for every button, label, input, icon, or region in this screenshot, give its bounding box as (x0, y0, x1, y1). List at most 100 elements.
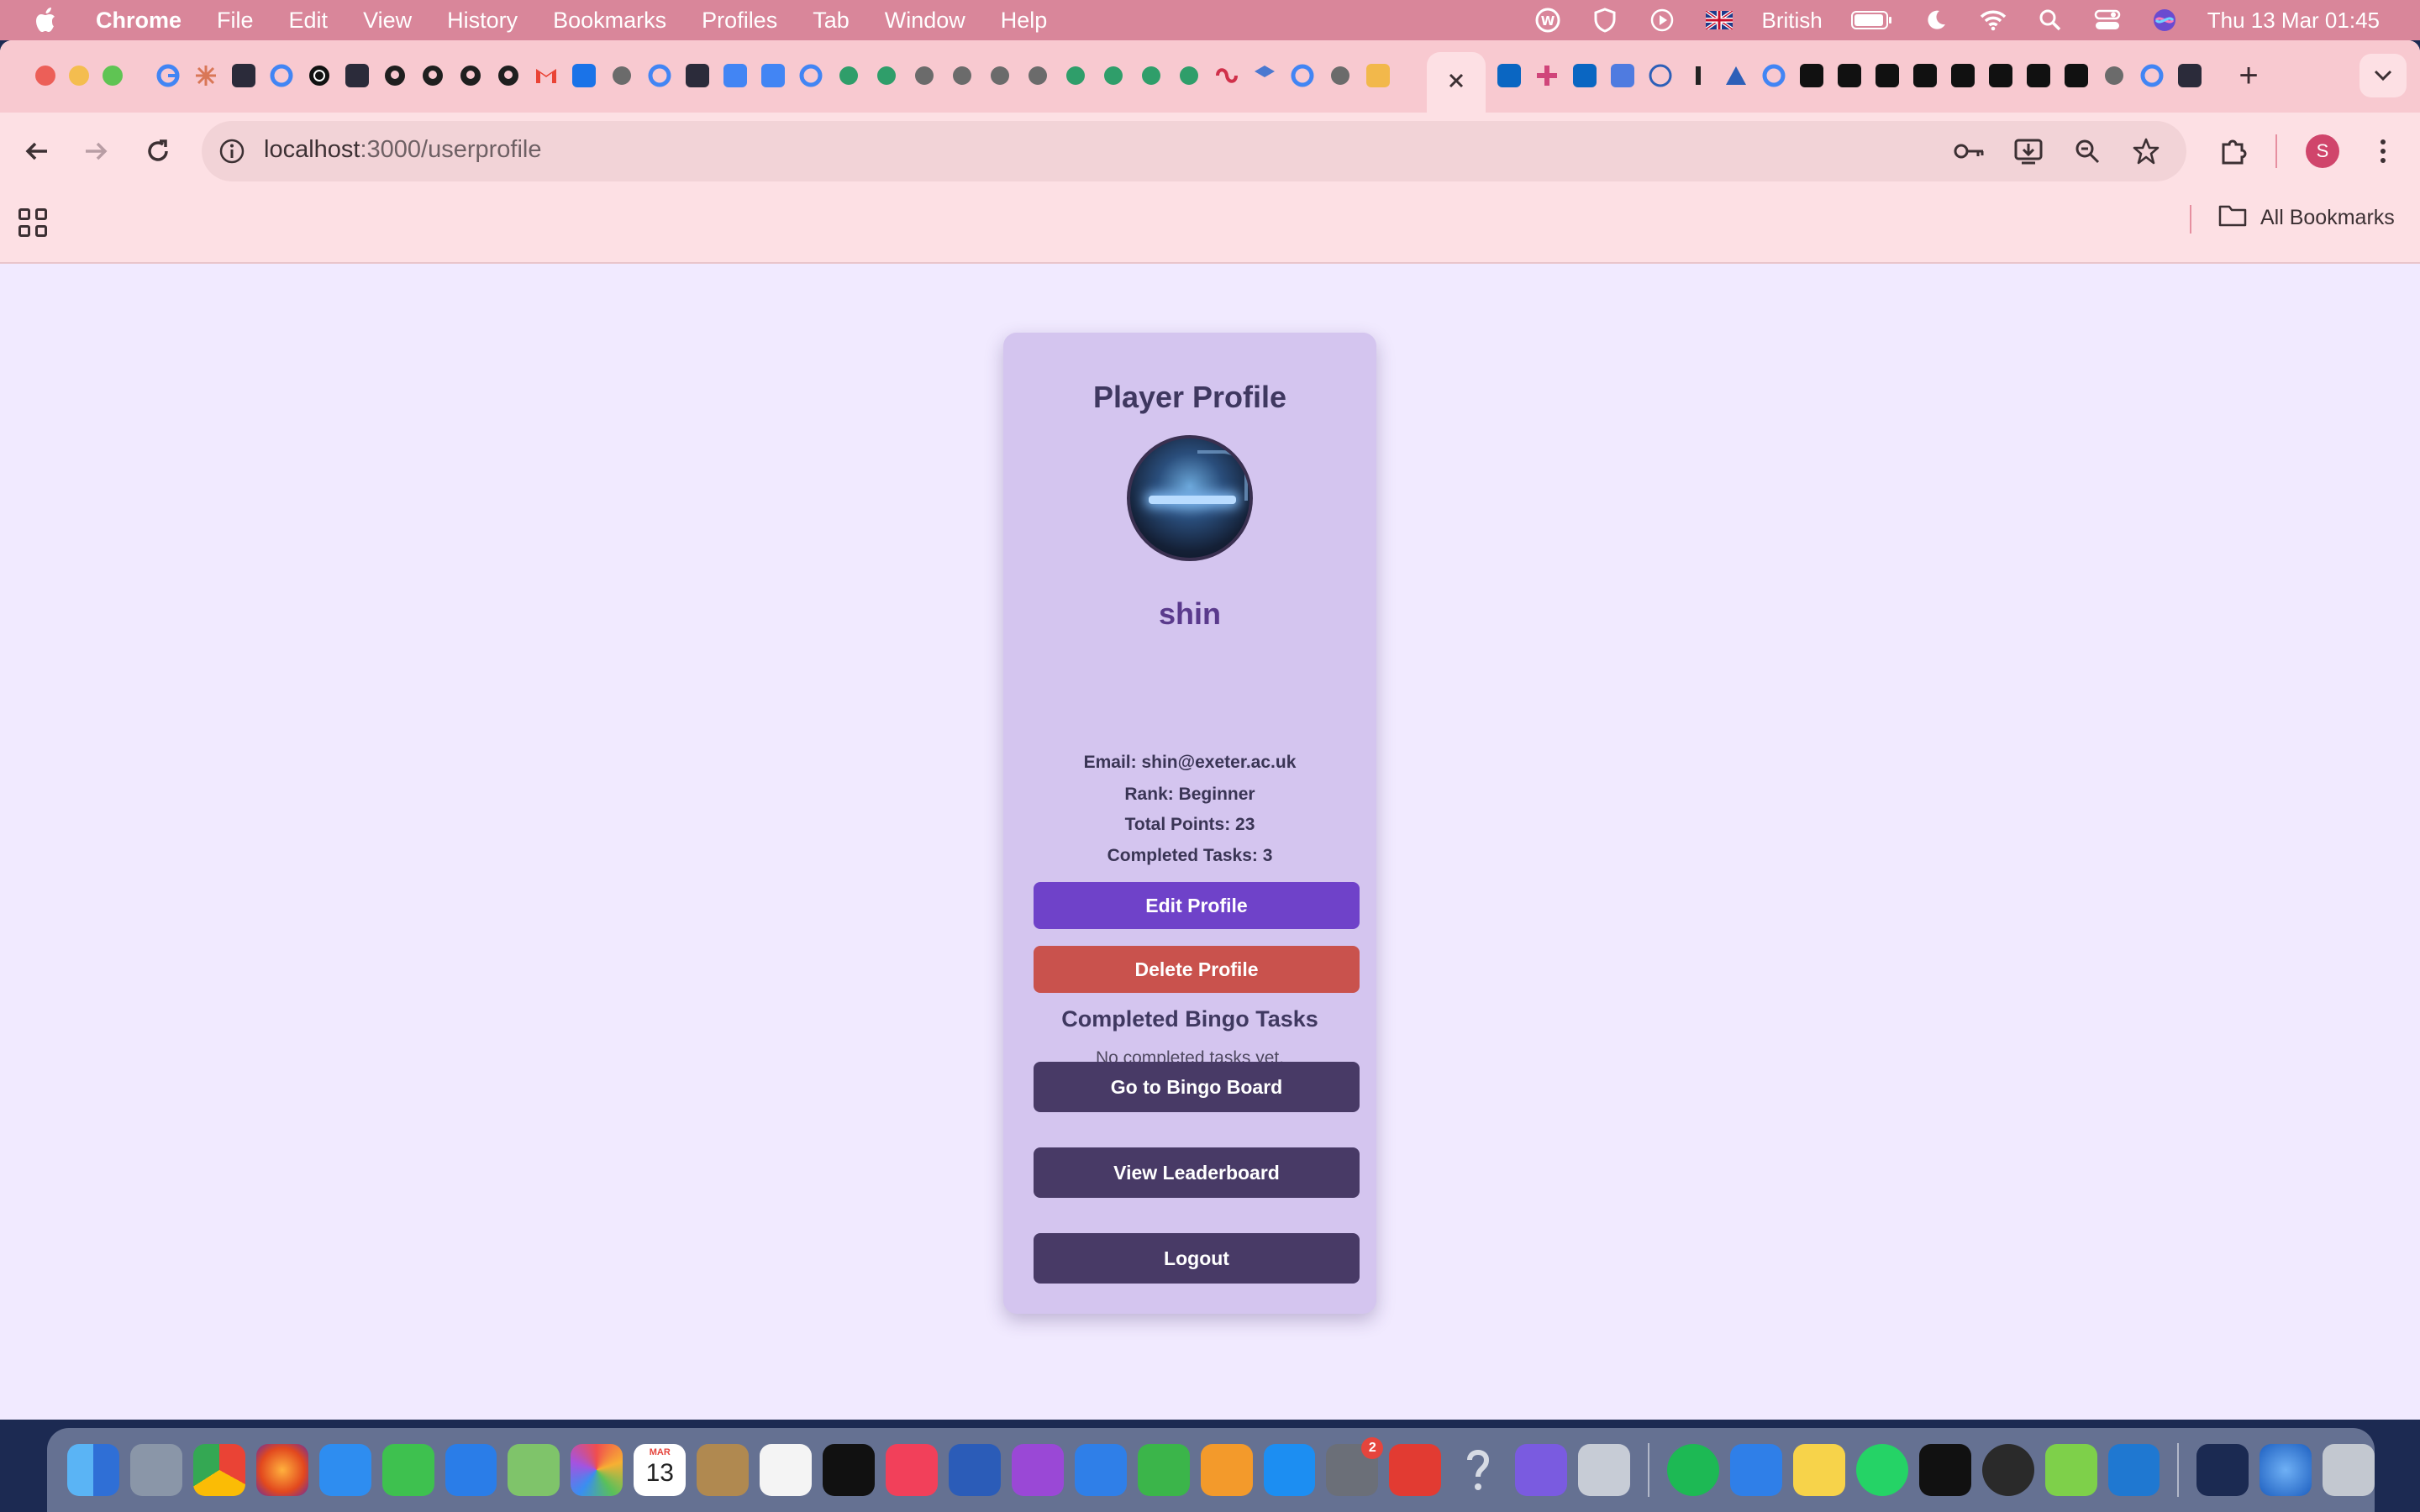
site-info-icon[interactable] (213, 133, 250, 170)
menu-profiles[interactable]: Profiles (702, 8, 777, 34)
password-key-icon[interactable] (1951, 133, 1988, 170)
dock-reminders-icon[interactable] (760, 1444, 813, 1496)
tab-globe-icon[interactable] (985, 60, 1015, 91)
tab-github-icon[interactable] (418, 60, 448, 91)
menu-clock[interactable]: Thu 13 Mar 01:45 (2207, 8, 2380, 34)
apps-grid-icon[interactable] (18, 208, 47, 237)
siri-icon[interactable] (2150, 8, 2179, 33)
control-center-icon[interactable] (2093, 8, 2122, 33)
tab-openai-icon[interactable] (304, 60, 334, 91)
leaderboard-button[interactable]: View Leaderboard (1034, 1147, 1360, 1198)
tab-black-icon[interactable] (1986, 60, 2016, 91)
play-status-icon[interactable] (1648, 8, 1676, 33)
tab-google-icon[interactable] (266, 60, 297, 91)
word-status-icon[interactable]: W (1534, 8, 1562, 33)
input-language[interactable]: British (1762, 8, 1823, 34)
menu-help[interactable]: Help (1001, 8, 1048, 34)
fullscreen-window-button[interactable] (103, 66, 123, 86)
tab-info-icon[interactable] (1645, 60, 1676, 91)
dock-wps-icon[interactable] (1389, 1444, 1442, 1496)
extensions-puzzle-icon[interactable] (2213, 131, 2254, 171)
url-text[interactable]: localhost:3000/userprofile (264, 136, 542, 164)
new-tab-button[interactable]: + (2232, 57, 2265, 94)
dock-terminal-icon[interactable] (1918, 1444, 1971, 1496)
tab-bracket-icon[interactable] (1607, 60, 1638, 91)
spotlight-search-icon[interactable] (2036, 8, 2065, 33)
tab-google-icon[interactable] (1287, 60, 1318, 91)
tab-black-icon[interactable] (2061, 60, 2091, 91)
tab-info-icon[interactable] (1683, 60, 1713, 91)
back-button[interactable] (17, 131, 57, 171)
tab-google-icon[interactable] (644, 60, 675, 91)
tab-google-icon[interactable] (153, 60, 183, 91)
dock-appstore-icon[interactable] (1263, 1444, 1316, 1496)
do-not-disturb-moon-icon[interactable] (1922, 8, 1950, 33)
tab-mail-icon[interactable] (569, 60, 599, 91)
zoom-icon[interactable] (2069, 133, 2106, 170)
dock-chrome-icon[interactable] (192, 1444, 245, 1496)
tab-cube-icon[interactable] (1249, 60, 1280, 91)
battery-icon[interactable] (1850, 8, 1893, 33)
tab-triangle-icon[interactable] (1721, 60, 1751, 91)
dock-roblox-icon[interactable] (1578, 1444, 1631, 1496)
dock-calendar-icon[interactable]: MAR 13 (634, 1444, 687, 1496)
tab-shield-icon[interactable] (1174, 60, 1204, 91)
tab-docs-icon[interactable] (720, 60, 750, 91)
dock-whatsapp-icon[interactable] (1855, 1444, 1908, 1496)
dock-messages-icon[interactable] (381, 1444, 434, 1496)
tab-trello-icon[interactable] (342, 60, 372, 91)
dock-battery-app-icon[interactable] (2044, 1444, 2097, 1496)
menu-edit[interactable]: Edit (289, 8, 329, 34)
tab-globe-icon[interactable] (1023, 60, 1053, 91)
edit-profile-button[interactable]: Edit Profile (1034, 882, 1360, 929)
reload-button[interactable] (138, 131, 178, 171)
dock-spotify-icon[interactable] (1667, 1444, 1719, 1496)
tab-shield-icon[interactable] (871, 60, 902, 91)
dock-globe-icon[interactable] (2260, 1444, 2312, 1496)
tab-github-icon[interactable] (380, 60, 410, 91)
tab-trello-icon[interactable] (229, 60, 259, 91)
wifi-icon[interactable] (1979, 8, 2007, 33)
apple-menu-icon[interactable] (32, 5, 62, 35)
minimize-window-button[interactable] (69, 66, 89, 86)
dock-photos-icon[interactable] (571, 1444, 623, 1496)
tab-black-icon[interactable] (1797, 60, 1827, 91)
profile-avatar[interactable]: S (2306, 134, 2339, 168)
tab-wps-icon[interactable] (1363, 60, 1393, 91)
dock-launchpad-icon[interactable] (129, 1444, 182, 1496)
tab-claude-icon[interactable] (191, 60, 221, 91)
address-bar[interactable]: localhost:3000/userprofile (202, 121, 2186, 181)
dock-keynote-icon[interactable] (1074, 1444, 1127, 1496)
tab-globe-icon[interactable] (2099, 60, 2129, 91)
tab-shield-icon[interactable] (834, 60, 864, 91)
tab-slack-icon[interactable] (1532, 60, 1562, 91)
install-app-icon[interactable] (2010, 133, 2047, 170)
tab-black-icon[interactable] (1834, 60, 1865, 91)
dock-safari-icon[interactable] (318, 1444, 371, 1496)
dock-preview-icon[interactable] (1729, 1444, 1782, 1496)
tab-shield-icon[interactable] (1060, 60, 1091, 91)
menu-history[interactable]: History (447, 8, 518, 34)
tab-linkedin-icon[interactable] (1494, 60, 1524, 91)
tab-trello-icon[interactable] (682, 60, 713, 91)
menu-app-name[interactable]: Chrome (96, 8, 182, 34)
dock-maps-icon[interactable] (508, 1444, 560, 1496)
dock-numbers-icon[interactable] (1137, 1444, 1190, 1496)
tab-gmail-icon[interactable] (531, 60, 561, 91)
dock-vscode-icon[interactable] (2107, 1444, 2160, 1496)
bookmark-star-icon[interactable] (2128, 133, 2165, 170)
logout-button[interactable]: Logout (1034, 1233, 1360, 1284)
menu-file[interactable]: File (217, 8, 254, 34)
tab-shield-icon[interactable] (1136, 60, 1166, 91)
dock-viber-icon[interactable] (1515, 1444, 1568, 1496)
tab-docs-icon[interactable] (758, 60, 788, 91)
tab-search-button[interactable] (2360, 54, 2407, 97)
chrome-menu-icon[interactable] (2366, 131, 2400, 171)
dock-podcasts-icon[interactable] (1011, 1444, 1064, 1496)
close-window-button[interactable] (35, 66, 55, 86)
dock-settings-icon[interactable]: 2 (1326, 1437, 1384, 1496)
bingo-board-button[interactable]: Go to Bingo Board (1034, 1062, 1360, 1112)
tab-globe-icon[interactable] (607, 60, 637, 91)
tab-shield-icon[interactable] (1098, 60, 1128, 91)
tab-black-icon[interactable] (1910, 60, 1940, 91)
